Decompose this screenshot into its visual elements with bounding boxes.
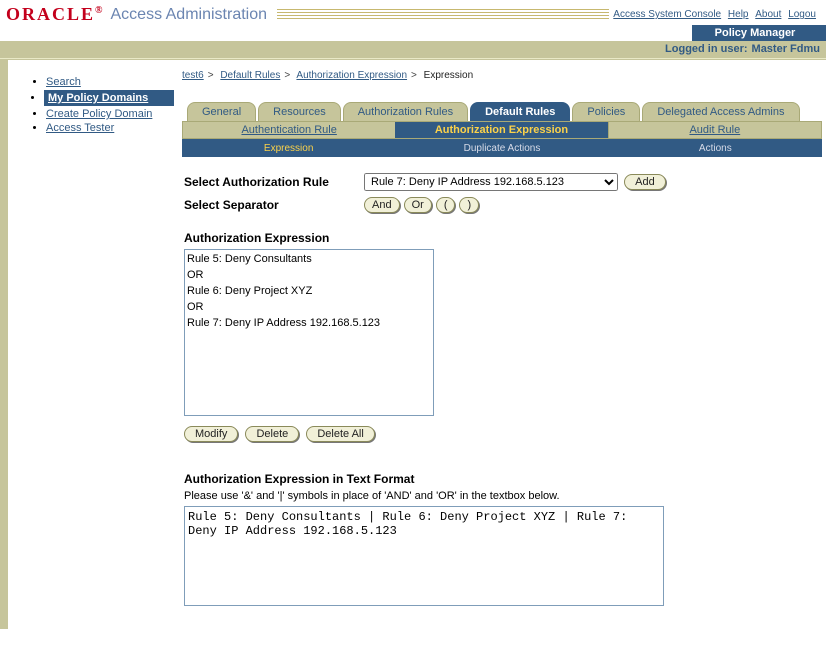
text-format-label: Authorization Expression in Text Format xyxy=(184,472,820,486)
tertiary-tabs: Expression Duplicate Actions Actions xyxy=(182,139,822,157)
secondary-tabs: Authentication Rule Authorization Expres… xyxy=(182,121,822,139)
tab-delegated-admins[interactable]: Delegated Access Admins xyxy=(642,102,799,121)
open-paren-button[interactable]: ( xyxy=(436,197,456,213)
top-links: Access System Console Help About Logou xyxy=(609,9,820,20)
brand-logo: ORACLE® xyxy=(6,4,105,25)
logged-in-user: Master Fdmu xyxy=(752,43,820,55)
link-help[interactable]: Help xyxy=(728,9,749,20)
link-logout[interactable]: Logou xyxy=(788,9,816,20)
delete-all-button[interactable]: Delete All xyxy=(306,426,374,442)
text-expression-input[interactable] xyxy=(184,506,664,606)
app-name: Policy Manager xyxy=(692,25,826,41)
subtab-audit-rule[interactable]: Audit Rule xyxy=(689,124,740,136)
select-rule-label: Select Authorization Rule xyxy=(184,175,364,189)
sidebar-item-create-policy-domain[interactable]: Create Policy Domain xyxy=(46,108,152,120)
tab-default-rules[interactable]: Default Rules xyxy=(470,102,570,121)
select-separator-label: Select Separator xyxy=(184,198,364,212)
tab-general[interactable]: General xyxy=(187,102,256,121)
crumb-test6[interactable]: test6 xyxy=(182,70,204,81)
primary-tabs: General Resources Authorization Rules De… xyxy=(182,99,822,121)
breadcrumb: test6> Default Rules> Authorization Expr… xyxy=(182,70,822,81)
logged-in-label: Logged in user: xyxy=(665,43,748,55)
close-paren-button[interactable]: ) xyxy=(459,197,479,213)
left-stripe xyxy=(0,60,8,629)
list-item[interactable]: OR xyxy=(187,300,431,316)
link-about[interactable]: About xyxy=(755,9,781,20)
header: ORACLE® Access Administration Access Sys… xyxy=(0,0,826,25)
app-name-band: Policy Manager xyxy=(0,25,826,41)
list-item[interactable]: OR xyxy=(187,268,431,284)
select-rule-dropdown[interactable]: Rule 7: Deny IP Address 192.168.5.123 xyxy=(364,173,618,191)
user-band: Logged in user: Master Fdmu xyxy=(0,41,826,57)
crumb-auth-expr[interactable]: Authorization Expression xyxy=(296,70,407,81)
tab-resources[interactable]: Resources xyxy=(258,102,341,121)
and-button[interactable]: And xyxy=(364,197,400,213)
subtab-authz-expr[interactable]: Authorization Expression xyxy=(435,124,568,136)
tab-auth-rules[interactable]: Authorization Rules xyxy=(343,102,468,121)
expression-label: Authorization Expression xyxy=(184,231,820,245)
list-item[interactable]: Rule 6: Deny Project XYZ xyxy=(187,284,431,300)
crumb-current: Expression xyxy=(424,70,473,81)
main-content: test6> Default Rules> Authorization Expr… xyxy=(178,60,826,629)
subsub-actions[interactable]: Actions xyxy=(609,143,822,154)
link-console[interactable]: Access System Console xyxy=(613,9,721,20)
sidebar: Search My Policy Domains Create Policy D… xyxy=(8,60,178,629)
crumb-default-rules[interactable]: Default Rules xyxy=(220,70,280,81)
sidebar-item-search[interactable]: Search xyxy=(46,76,81,88)
header-stripes xyxy=(277,9,609,21)
subtab-authn-rule[interactable]: Authentication Rule xyxy=(241,124,336,136)
sidebar-item-access-tester[interactable]: Access Tester xyxy=(46,122,114,134)
brand-subtitle: Access Administration xyxy=(111,6,268,24)
subsub-expression[interactable]: Expression xyxy=(182,143,395,154)
list-item[interactable]: Rule 7: Deny IP Address 192.168.5.123 xyxy=(187,316,431,332)
list-item[interactable]: Rule 5: Deny Consultants xyxy=(187,252,431,268)
expression-listbox[interactable]: Rule 5: Deny Consultants OR Rule 6: Deny… xyxy=(184,249,434,416)
tab-policies[interactable]: Policies xyxy=(572,102,640,121)
subsub-duplicate-actions[interactable]: Duplicate Actions xyxy=(395,143,608,154)
text-format-hint: Please use '&' and '|' symbols in place … xyxy=(184,490,820,502)
sidebar-item-my-policy-domains[interactable]: My Policy Domains xyxy=(46,91,150,105)
delete-button[interactable]: Delete xyxy=(245,426,299,442)
modify-button[interactable]: Modify xyxy=(184,426,238,442)
or-button[interactable]: Or xyxy=(404,197,432,213)
add-button[interactable]: Add xyxy=(624,174,666,190)
